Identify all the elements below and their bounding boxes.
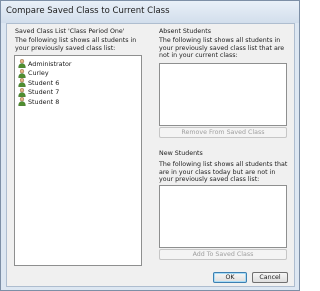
ok-button[interactable]: OK xyxy=(213,272,247,283)
student-person-icon xyxy=(18,97,26,106)
new-students-heading: New Students xyxy=(159,150,203,157)
absent-students-description: The following list shows all students in… xyxy=(159,37,285,59)
dialog-title: Compare Saved Class to Current Class xyxy=(6,6,170,16)
title-bar[interactable]: Compare Saved Class to Current Class xyxy=(1,1,299,23)
absent-students-list[interactable] xyxy=(159,63,287,126)
absent-students-heading: Absent Students xyxy=(159,28,211,35)
saved-class-list[interactable]: Administrator Curley Student 6 Student 7 Stu… xyxy=(14,55,142,266)
list-item[interactable]: Curley xyxy=(18,68,49,78)
cancel-button[interactable]: Cancel xyxy=(252,272,288,283)
list-item-label: Student 8 xyxy=(28,97,60,106)
new-students-description: The following list shows all students th… xyxy=(159,161,288,183)
student-person-icon xyxy=(18,78,26,87)
list-item-label: Student 7 xyxy=(28,88,60,96)
list-item[interactable]: Administrator xyxy=(18,59,72,68)
list-item-label: Curley xyxy=(28,69,49,77)
list-item-label: Student 6 xyxy=(28,78,60,87)
student-person-icon xyxy=(18,68,26,78)
dialog-window: Compare Saved Class to Current Class Sav… xyxy=(0,0,300,291)
new-students-list[interactable] xyxy=(159,185,287,248)
list-item[interactable]: Student 8 xyxy=(18,97,59,106)
list-item[interactable]: Student 6 xyxy=(18,78,59,87)
saved-class-heading: Saved Class List 'Class Period One' xyxy=(15,28,125,35)
list-item[interactable]: Student 7 xyxy=(18,87,60,97)
remove-from-saved-class-button[interactable]: Remove From Saved Class xyxy=(159,127,287,138)
dialog-content: Saved Class List 'Class Period One' The … xyxy=(6,23,295,287)
student-person-icon xyxy=(18,87,26,97)
saved-class-description: The following list shows all students in… xyxy=(15,37,137,52)
add-to-saved-class-button[interactable]: Add To Saved Class xyxy=(159,249,287,260)
student-person-icon xyxy=(18,59,26,68)
list-item-label: Administrator xyxy=(28,59,72,68)
